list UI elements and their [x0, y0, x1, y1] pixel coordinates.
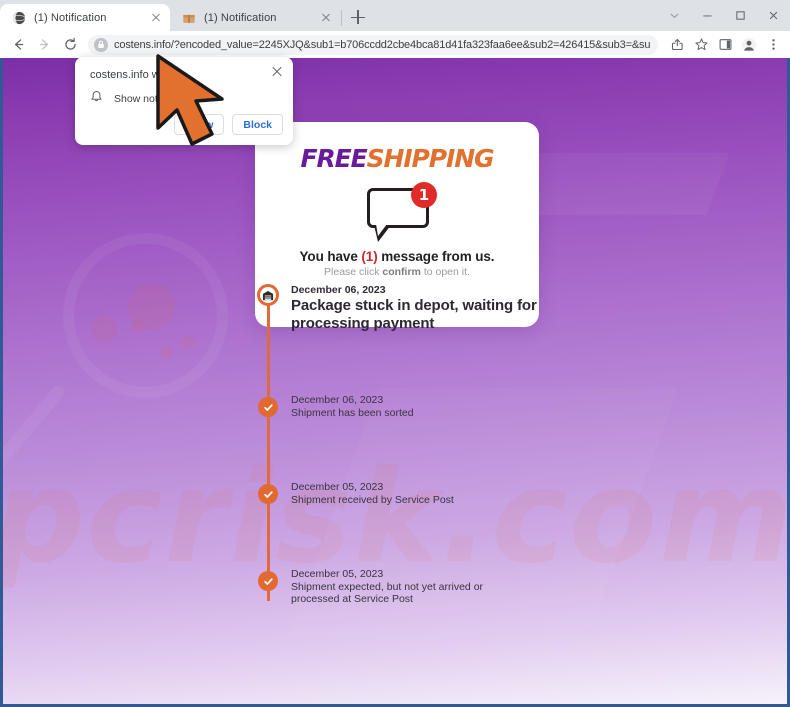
- timeline-date: December 05, 2023: [291, 481, 384, 493]
- allow-button[interactable]: Allow: [174, 114, 225, 135]
- permission-option-row: Show notificatio: [90, 90, 188, 108]
- tab-title: (1) Notification: [204, 11, 277, 24]
- reload-icon[interactable]: [58, 33, 82, 57]
- window-controls: [658, 0, 790, 31]
- minimize-icon[interactable]: [691, 0, 724, 31]
- close-icon[interactable]: [270, 64, 284, 78]
- page-viewport: pcrisk.com FREESHIPPING 1 You have (1) m…: [3, 58, 787, 704]
- browser-window: (1) Notification (1) Notification costen…: [0, 0, 790, 707]
- chevron-down-icon[interactable]: [658, 0, 691, 31]
- timeline-date: December 06, 2023: [291, 394, 384, 406]
- profile-icon[interactable]: [738, 34, 760, 56]
- timeline-date: December 06, 2023: [291, 284, 386, 296]
- tab-title: (1) Notification: [34, 11, 107, 24]
- bell-icon: [90, 90, 103, 108]
- browser-toolbar: costens.info/?encoded_value=2245XJQ&sub1…: [0, 31, 790, 58]
- tab-separator: [341, 10, 342, 26]
- shipment-timeline: December 06, 2023 Package stuck in depot…: [3, 58, 787, 704]
- permission-dialog-title: costens.info wan: [90, 69, 172, 81]
- tab-close-icon[interactable]: [318, 10, 334, 26]
- timeline-date: December 05, 2023: [291, 568, 384, 580]
- tab-close-icon[interactable]: [148, 10, 164, 26]
- block-button[interactable]: Block: [232, 114, 283, 135]
- back-arrow-icon[interactable]: [6, 33, 30, 57]
- check-icon: [258, 571, 278, 591]
- tab-strip: (1) Notification (1) Notification: [0, 0, 790, 31]
- timeline-rail: [267, 296, 270, 601]
- depot-icon: [257, 284, 279, 306]
- permission-dialog-actions: Allow Block: [174, 114, 283, 135]
- tab-notification-1[interactable]: (1) Notification: [0, 4, 170, 31]
- side-panel-icon[interactable]: [714, 34, 736, 56]
- check-icon: [258, 397, 278, 417]
- tab-notification-2[interactable]: (1) Notification: [170, 4, 340, 31]
- close-icon[interactable]: [757, 0, 790, 31]
- maximize-icon[interactable]: [724, 0, 757, 31]
- timeline-text: Shipment received by Service Post: [291, 494, 454, 506]
- address-bar[interactable]: costens.info/?encoded_value=2245XJQ&sub1…: [88, 34, 658, 55]
- notification-permission-dialog: costens.info wan Show notificatio Allow …: [75, 57, 293, 145]
- globe-icon: [11, 10, 26, 25]
- share-icon[interactable]: [666, 34, 688, 56]
- timeline-text: Shipment expected, but not yet arrived o…: [291, 581, 484, 605]
- bookmark-star-icon[interactable]: [690, 34, 712, 56]
- menu-kebab-icon[interactable]: [762, 34, 784, 56]
- forward-arrow-icon[interactable]: [32, 33, 56, 57]
- permission-option-label: Show notificatio: [114, 93, 188, 105]
- package-icon: [181, 10, 196, 25]
- new-tab-button[interactable]: [345, 4, 371, 30]
- lock-icon[interactable]: [94, 37, 108, 52]
- address-bar-url: costens.info/?encoded_value=2245XJQ&sub1…: [114, 38, 650, 51]
- timeline-text: Shipment has been sorted: [291, 407, 414, 419]
- timeline-text: Package stuck in depot, waiting for proc…: [291, 297, 537, 333]
- check-icon: [258, 484, 278, 504]
